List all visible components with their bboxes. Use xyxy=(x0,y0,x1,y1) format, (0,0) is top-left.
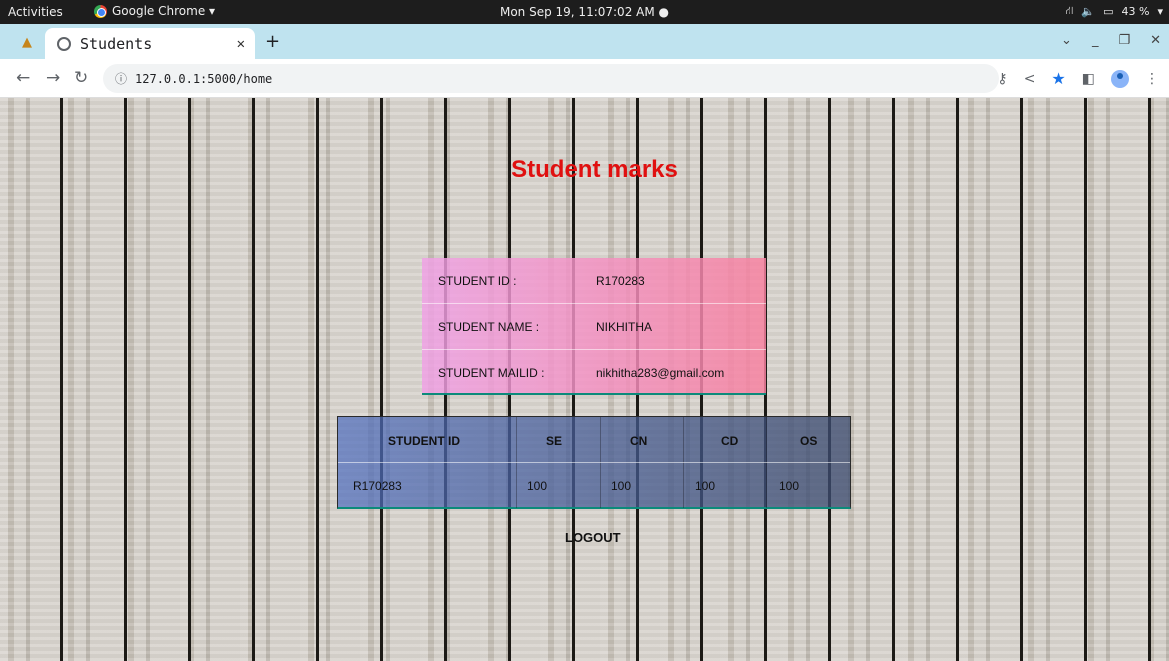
address-bar[interactable]: ⓘ 127.0.0.1:5000/home xyxy=(103,64,999,93)
minimize-icon[interactable]: _ xyxy=(1092,33,1099,48)
address-url: 127.0.0.1:5000/home xyxy=(135,71,273,86)
page-viewport: Student marks STUDENT ID : R170283 STUDE… xyxy=(0,98,1169,661)
key-icon[interactable]: ⚷ xyxy=(997,71,1007,87)
side-panel-icon[interactable]: ◧ xyxy=(1082,71,1095,87)
info-value: nikhitha283@gmail.com xyxy=(596,366,725,380)
tab-search-icon[interactable]: ⌄ xyxy=(1061,33,1072,48)
table-cell: 100 xyxy=(695,479,716,493)
info-value: R170283 xyxy=(596,274,645,288)
forward-icon[interactable]: → xyxy=(46,68,60,88)
info-label: STUDENT MAILID : xyxy=(438,366,545,380)
new-tab-button[interactable]: + xyxy=(265,31,280,52)
more-menu-icon[interactable]: ⋮ xyxy=(1145,71,1159,87)
window-controls: ⌄ _ ❐ ✕ xyxy=(1061,33,1161,48)
bookmark-star-icon[interactable]: ★ xyxy=(1051,69,1065,88)
tab-title: Students xyxy=(80,34,153,53)
app-launcher-icon[interactable]: ▲ xyxy=(22,35,32,50)
page-title: Student marks xyxy=(511,156,678,183)
profile-avatar[interactable] xyxy=(1111,69,1129,88)
clock[interactable]: Mon Sep 19, 11:07:02 AM ● xyxy=(0,5,1169,19)
system-tray[interactable]: ⛙ 🔈 ▭ 43 % ▾ xyxy=(1066,4,1163,19)
info-value: NIKHITHA xyxy=(596,320,653,334)
battery-level: 43 % xyxy=(1121,5,1150,18)
info-icon[interactable]: ⓘ xyxy=(115,70,127,87)
table-header-row: STUDENT ID SE CN CD OS xyxy=(338,417,850,463)
close-icon[interactable]: ✕ xyxy=(237,36,245,52)
info-row-id: STUDENT ID : R170283 xyxy=(422,258,766,304)
student-info-card: STUDENT ID : R170283 STUDENT NAME : NIKH… xyxy=(422,258,766,395)
globe-icon xyxy=(57,36,71,51)
tab-students[interactable]: Students ✕ xyxy=(45,28,255,59)
share-icon[interactable]: < xyxy=(1024,71,1036,87)
info-label: STUDENT ID : xyxy=(438,274,517,288)
toolbar-icons: ⚷ < ★ ◧ ⋮ xyxy=(997,69,1159,88)
back-icon[interactable]: ← xyxy=(16,68,30,88)
table-cell: R170283 xyxy=(353,479,402,493)
info-row-mail: STUDENT MAILID : nikhitha283@gmail.com xyxy=(422,350,766,396)
battery-icon: ▭ xyxy=(1103,5,1114,18)
column-header: CD xyxy=(721,434,739,448)
column-header: CN xyxy=(630,434,648,448)
column-header: OS xyxy=(800,434,818,448)
table-cell: 100 xyxy=(527,479,548,493)
system-top-bar: Activities Google Chrome ▾ Mon Sep 19, 1… xyxy=(0,0,1169,24)
network-icon: ⛙ xyxy=(1065,4,1074,17)
info-label: STUDENT NAME : xyxy=(438,320,540,334)
tab-strip: ▲ Students ✕ + ⌄ _ ❐ ✕ xyxy=(0,24,1169,59)
volume-icon: 🔈 xyxy=(1081,5,1096,18)
column-header: SE xyxy=(546,434,563,448)
reload-icon[interactable]: ↻ xyxy=(74,68,88,88)
table-cell: 100 xyxy=(611,479,632,493)
chevron-down-icon: ▾ xyxy=(1157,5,1163,18)
logout-link[interactable]: LOGOUT xyxy=(565,530,621,545)
browser-toolbar: ← → ↻ ⓘ 127.0.0.1:5000/home ⚷ < ★ ◧ ⋮ xyxy=(0,59,1169,98)
marks-table: STUDENT ID SE CN CD OS R170283 100 100 1… xyxy=(337,416,851,509)
column-header: STUDENT ID xyxy=(388,434,460,448)
restore-icon[interactable]: ❐ xyxy=(1118,33,1130,48)
info-row-name: STUDENT NAME : NIKHITHA xyxy=(422,304,766,350)
table-row: R170283 100 100 100 100 xyxy=(338,463,850,508)
window-close-icon[interactable]: ✕ xyxy=(1150,33,1161,48)
table-cell: 100 xyxy=(779,479,800,493)
